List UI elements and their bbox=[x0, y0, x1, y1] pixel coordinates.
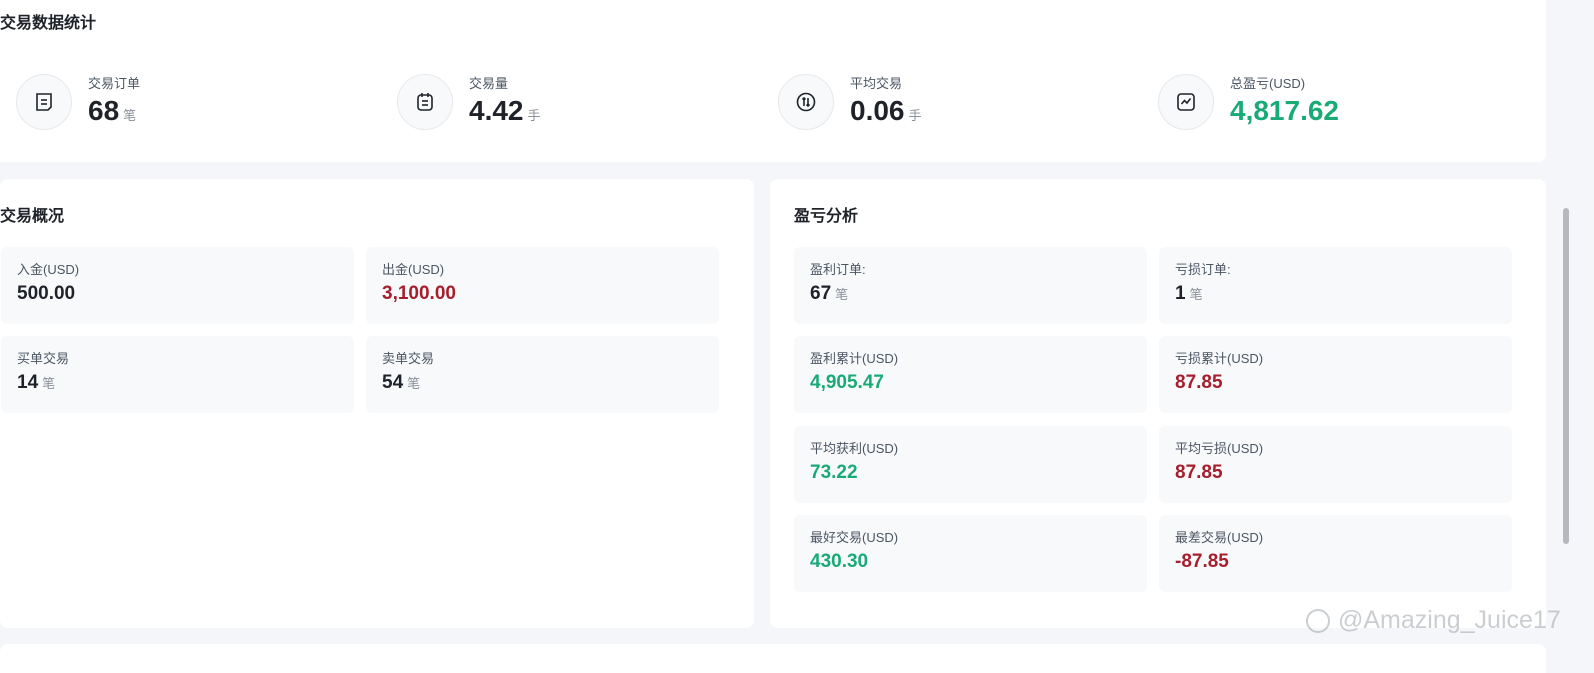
card-buy-trades: 买单交易 14 笔 bbox=[1, 336, 354, 413]
card-value: 67 bbox=[810, 283, 832, 304]
card-total-loss: 亏损累计(USD) 87.85 bbox=[1159, 336, 1512, 413]
card-value: 54 bbox=[382, 372, 404, 393]
trading-stats-panel: 交易数据统计 交易订单 68 笔 交易量 4.42 手 平均交易 0.06 手 … bbox=[0, 0, 1546, 162]
card-label: 盈利订单: bbox=[810, 262, 866, 277]
card-value: 4,905.47 bbox=[810, 372, 884, 393]
stat-value: 4.42 bbox=[469, 95, 524, 126]
stat-label: 交易量 bbox=[469, 76, 509, 91]
watermark-text: @Amazing_Juice17 bbox=[1338, 606, 1561, 634]
trading-overview-panel: 交易概况 入金(USD) 500.00 出金(USD) 3,100.00 买单交… bbox=[0, 179, 754, 628]
section-title-trading-stats: 交易数据统计 bbox=[0, 15, 97, 32]
card-value: 14 bbox=[17, 372, 39, 393]
watermark-logo-icon bbox=[1306, 608, 1330, 633]
card-label: 亏损累计(USD) bbox=[1175, 351, 1264, 366]
stat-unit: 手 bbox=[527, 108, 541, 123]
card-unit: 笔 bbox=[42, 376, 56, 391]
card-deposit: 入金(USD) 500.00 bbox=[1, 247, 354, 324]
card-label: 最差交易(USD) bbox=[1175, 530, 1264, 545]
card-label: 入金(USD) bbox=[17, 262, 80, 277]
card-value: 3,100.00 bbox=[382, 283, 456, 304]
card-unit: 笔 bbox=[407, 376, 421, 391]
section-title-overview: 交易概况 bbox=[0, 208, 65, 225]
stat-label: 总盈亏(USD) bbox=[1230, 76, 1306, 91]
next-section-strip bbox=[0, 644, 1546, 673]
stat-volume: 交易量 4.42 手 bbox=[397, 72, 541, 132]
stat-value: 4,817.62 bbox=[1230, 95, 1339, 126]
stat-average: 平均交易 0.06 手 bbox=[778, 72, 922, 132]
card-total-profit: 盈利累计(USD) 4,905.47 bbox=[794, 336, 1147, 413]
trend-chart-icon bbox=[1158, 74, 1214, 130]
stat-value: 68 bbox=[88, 95, 120, 126]
card-loss-orders: 亏损订单: 1 笔 bbox=[1159, 247, 1512, 324]
stat-unit: 笔 bbox=[123, 108, 137, 123]
stat-label: 平均交易 bbox=[850, 76, 903, 91]
stat-unit: 手 bbox=[908, 108, 922, 123]
card-label: 平均亏损(USD) bbox=[1175, 441, 1264, 456]
card-average-loss: 平均亏损(USD) 87.85 bbox=[1159, 426, 1512, 503]
card-label: 盈利累计(USD) bbox=[810, 351, 899, 366]
card-label: 亏损订单: bbox=[1175, 262, 1231, 277]
card-label: 卖单交易 bbox=[382, 351, 435, 366]
swap-arrows-icon bbox=[778, 74, 834, 130]
card-sell-trades: 卖单交易 54 笔 bbox=[366, 336, 719, 413]
list-icon bbox=[16, 74, 72, 130]
card-value: 430.30 bbox=[810, 551, 869, 572]
card-value: -87.85 bbox=[1175, 551, 1229, 572]
card-withdrawal: 出金(USD) 3,100.00 bbox=[366, 247, 719, 324]
card-profit-orders: 盈利订单: 67 笔 bbox=[794, 247, 1147, 324]
card-label: 出金(USD) bbox=[382, 262, 445, 277]
stat-value: 0.06 bbox=[850, 95, 905, 126]
pnl-analysis-panel: 盈亏分析 盈利订单: 67 笔 亏损订单: 1 笔 盈利累计(USD) 4,90… bbox=[770, 179, 1546, 628]
section-title-pnl: 盈亏分析 bbox=[794, 208, 859, 225]
card-average-profit: 平均获利(USD) 73.22 bbox=[794, 426, 1147, 503]
card-label: 最好交易(USD) bbox=[810, 530, 899, 545]
card-value: 73.22 bbox=[810, 462, 858, 483]
watermark: @Amazing_Juice17 bbox=[1306, 606, 1561, 635]
card-value: 500.00 bbox=[17, 283, 76, 304]
card-best-trade: 最好交易(USD) 430.30 bbox=[794, 515, 1147, 592]
card-label: 买单交易 bbox=[17, 351, 70, 366]
card-unit: 笔 bbox=[835, 287, 849, 302]
stat-orders: 交易订单 68 笔 bbox=[16, 72, 140, 132]
card-value: 87.85 bbox=[1175, 372, 1223, 393]
card-worst-trade: 最差交易(USD) -87.85 bbox=[1159, 515, 1512, 592]
card-value: 87.85 bbox=[1175, 462, 1223, 483]
stat-label: 交易订单 bbox=[88, 76, 141, 91]
stat-total-pnl: 总盈亏(USD) 4,817.62 bbox=[1158, 72, 1339, 132]
card-unit: 笔 bbox=[1189, 287, 1203, 302]
card-value: 1 bbox=[1175, 283, 1186, 304]
calendar-list-icon bbox=[397, 74, 453, 130]
card-label: 平均获利(USD) bbox=[810, 441, 899, 456]
trading-stats-page: 交易数据统计 交易订单 68 笔 交易量 4.42 手 平均交易 0.06 手 … bbox=[0, 0, 1594, 673]
scrollbar-thumb[interactable] bbox=[1563, 208, 1569, 544]
